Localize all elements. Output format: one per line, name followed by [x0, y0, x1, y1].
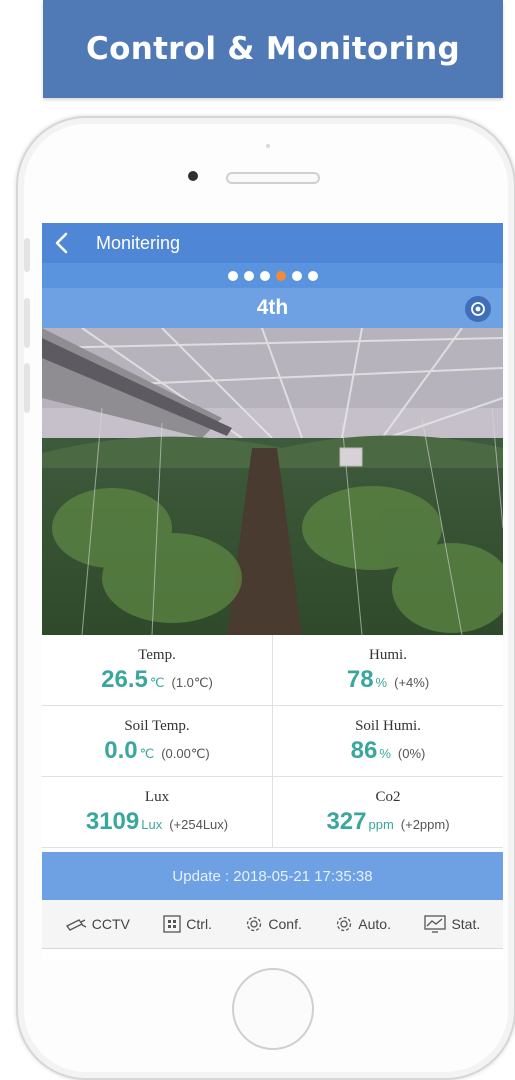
- sensor-reading: 327 ppm (+2ppm): [326, 808, 449, 836]
- camera-icon: [471, 302, 485, 316]
- sensor-label: Co2: [375, 788, 401, 805]
- section-title: 4th: [256, 296, 289, 319]
- page-dot[interactable]: [227, 270, 238, 281]
- page-dot[interactable]: [259, 270, 270, 281]
- page-dot[interactable]: [275, 270, 286, 281]
- sensor-unit: %: [379, 745, 391, 761]
- sensor-value: 86: [350, 736, 378, 764]
- sensor-label: Lux: [144, 788, 170, 805]
- tab-ctrl[interactable]: Ctrl.: [163, 915, 212, 933]
- sensor-cell: Soil Humi. 86% (0%): [273, 706, 503, 777]
- update-timestamp: Update : 2018-05-21 17:35:38: [42, 852, 503, 900]
- page-dot[interactable]: [243, 270, 254, 281]
- sensor-cell: Soil Temp. 0.0 ℃ (0.00℃): [42, 706, 273, 777]
- sensor-reading: 0.0 ℃ (0.00℃): [104, 737, 210, 765]
- section-header: 4th: [42, 288, 503, 328]
- sensor-value: 0.0: [104, 736, 138, 764]
- sensor-reading: 78% (+4%): [347, 666, 429, 694]
- cctv-icon: [65, 916, 87, 932]
- sensor-value: 327: [326, 807, 367, 835]
- page-dot[interactable]: [307, 270, 318, 281]
- chart-icon: [424, 915, 447, 933]
- banner-title: Control & Monitoring: [43, 0, 503, 98]
- sensor-value: 26.5: [101, 665, 148, 693]
- sensor-reading: 86% (0%): [351, 737, 426, 765]
- tab-label: CCTV: [91, 916, 130, 932]
- sensor-label: Soil Humi.: [355, 717, 421, 734]
- sensor-delta: (+2ppm): [400, 816, 450, 832]
- proximity-sensor: [266, 144, 270, 148]
- phone-side-button: [24, 238, 30, 272]
- sensor-reading: 26.5 ℃ (1.0℃): [101, 666, 213, 694]
- sensor-delta: (0%): [397, 745, 426, 761]
- sensor-delta: (+254Lux): [169, 816, 229, 832]
- sensor-cell: Lux 3109 Lux (+254Lux): [42, 777, 273, 848]
- camera-button[interactable]: [465, 296, 491, 322]
- page-indicator: [42, 263, 503, 288]
- gear-icon: [245, 915, 263, 933]
- sensor-value: 3109: [85, 807, 140, 835]
- sensor-unit: ppm: [368, 816, 394, 832]
- sensor-delta: (1.0℃): [171, 674, 213, 690]
- gear-icon: [335, 915, 353, 933]
- sensor-label: Temp.: [138, 646, 176, 663]
- app-screen: Monitering 4th Temp. 26.5 ℃ (1.0℃) Humi.…: [42, 223, 503, 959]
- tab-cctv[interactable]: CCTV: [65, 916, 130, 932]
- sensor-label: Humi.: [369, 646, 407, 663]
- home-button[interactable]: [232, 968, 314, 1050]
- phone-side-button: [24, 298, 30, 348]
- chevron-left-icon: [55, 232, 68, 254]
- sensor-unit: ℃: [149, 674, 165, 690]
- sensor-delta: (0.00℃): [161, 745, 210, 761]
- tab-label: Conf.: [268, 916, 302, 932]
- cctv-greenhouse-image: [42, 328, 503, 635]
- earpiece: [226, 172, 320, 184]
- sensor-reading: 3109 Lux (+254Lux): [86, 808, 228, 836]
- sensor-cell: Temp. 26.5 ℃ (1.0℃): [42, 635, 273, 706]
- tab-stat[interactable]: Stat.: [424, 915, 480, 933]
- phone-side-button: [24, 363, 30, 413]
- control-grid-icon: [163, 915, 181, 933]
- tab-conf[interactable]: Conf.: [245, 915, 302, 933]
- tab-auto[interactable]: Auto.: [335, 915, 391, 933]
- front-camera: [188, 171, 198, 181]
- sensor-label: Soil Temp.: [124, 717, 190, 734]
- back-button[interactable]: [54, 223, 74, 263]
- tab-label: Auto.: [358, 916, 391, 932]
- sensor-value: 78: [346, 665, 374, 693]
- sensor-grid: Temp. 26.5 ℃ (1.0℃) Humi. 78% (+4%) Soil Temp. 0…: [42, 635, 503, 848]
- nav-title: Monitering: [96, 232, 181, 253]
- sensor-unit: Lux: [141, 816, 163, 832]
- sensor-cell: Humi. 78% (+4%): [273, 635, 503, 706]
- sensor-unit: ℃: [139, 745, 155, 761]
- tab-label: Ctrl.: [186, 916, 212, 932]
- navbar: Monitering: [42, 223, 503, 263]
- tab-label: Stat.: [451, 916, 481, 932]
- sensor-cell: Co2 327 ppm (+2ppm): [273, 777, 503, 848]
- page-dot[interactable]: [291, 270, 302, 281]
- sensor-unit: %: [375, 674, 388, 690]
- sensor-delta: (+4%): [394, 674, 430, 690]
- bottom-tab-bar: CCTV Ctrl. Conf. Auto. Stat.: [42, 900, 503, 949]
